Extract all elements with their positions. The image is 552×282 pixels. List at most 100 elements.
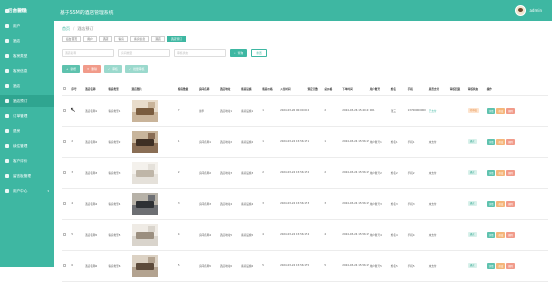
detail-button[interactable]: 详情 [486,169,496,176]
hotel-name-input[interactable]: 酒店名称 [62,49,114,57]
row-checkbox-cell[interactable] [62,250,71,282]
tag-user[interactable]: 用户 [83,36,97,42]
sidebar-item-label: 酒店 [13,83,21,88]
row-delete-button[interactable]: 删除 [506,200,516,207]
cell-days: 1 [306,126,324,158]
sidebar-item-room-type[interactable]: 客房类型 [0,50,54,62]
cell-room: 房间名称3 [197,188,220,220]
sidebar-item-hotel-2[interactable]: 酒店 [0,80,54,92]
sidebar-item-checkout[interactable]: 退房 [0,125,54,137]
select-all-checkbox[interactable] [63,87,66,91]
cell-checkin: 2024-03-24 15:56:15 [279,250,307,282]
cell-account: 用户账号2 [368,157,390,189]
row-checkbox[interactable] [63,170,66,174]
sidebar-item-message[interactable]: 留言板管理 [0,170,54,182]
detail-button[interactable]: 详情 [486,200,496,207]
add-button[interactable]: + 新增 [62,65,80,73]
cell-room: 豪华 [197,95,220,127]
hotel-room-image[interactable] [131,192,158,215]
edit-button-label: 修改 [498,109,504,113]
hotel-room-image[interactable] [131,223,158,246]
row-delete-button[interactable]: 删除 [506,138,516,145]
pay-cell: 未支付 [427,157,449,189]
row-delete-button[interactable]: 删除 [506,262,516,269]
sidebar-item-orders[interactable]: 订单管理 [0,110,54,122]
cell-type: 客房类型6 [107,250,131,282]
user-icon [5,24,9,28]
avatar[interactable] [515,5,527,16]
edit-button[interactable]: 修改 [496,200,506,207]
header-cell: 酒店地址 [219,84,241,96]
sidebar-item-review[interactable]: 客户评价 [0,155,54,167]
audit-button[interactable]: ✓ 审核 [103,65,122,73]
tag-home[interactable]: 后台首页 [62,36,82,42]
check-all-icon: ✓ [128,67,132,71]
row-checkbox[interactable] [63,201,66,205]
cell-count: 5 [176,250,198,282]
sidebar-item-extend[interactable]: 续住管理 [0,140,54,152]
calendar-icon [5,99,9,103]
row-checkbox-cell[interactable] [62,219,71,251]
tag-booking[interactable]: 酒店预订 [166,36,187,42]
hotel-room-image[interactable] [131,130,158,153]
status-cell: 通过 [466,126,486,158]
row-checkbox-cell[interactable] [62,157,71,189]
row-checkbox-cell[interactable] [62,126,71,158]
edit-button[interactable]: 修改 [496,231,506,238]
row-delete-button[interactable]: 删除 [506,107,516,114]
row-checkbox[interactable] [63,232,66,236]
row-checkbox[interactable] [63,263,66,267]
tag-room-info[interactable]: 客房信息 [130,36,150,42]
cell-hotel: 酒店名称3 [84,157,108,189]
detail-button[interactable]: 详情 [486,107,496,114]
actions-cell: 详情 修改 删除 [485,219,548,251]
sidebar-item-user[interactable]: 用户 [0,20,54,32]
hotel-room-image[interactable] [131,99,158,122]
audit-status-select[interactable]: 审核状态 [174,49,226,57]
edit-button[interactable]: 修改 [496,169,506,176]
search-bar: 酒店名称 房间类型 审核状态 ⌕ 查询 重置 [62,49,267,57]
tag-hotel-2[interactable]: 酒店 [151,36,165,42]
header-cell: 酒店图片 [130,84,177,96]
reset-button[interactable]: 重置 [251,49,267,57]
detail-button[interactable]: 详情 [486,231,496,238]
cell-price: 3 [261,188,280,220]
status-cell: 通过 [466,188,486,220]
header-cell: 客房价格 [261,84,280,96]
row-checkbox[interactable] [63,108,66,112]
edit-button[interactable]: 修改 [496,107,506,114]
sidebar-item-booking[interactable]: 酒店预订 [0,95,54,107]
sidebar-item-hotel[interactable]: 酒店 [0,35,54,47]
hotel-image-cell [130,219,177,251]
cell-phone: 手机4 [406,219,428,251]
sidebar-item-user-center[interactable]: 用户中心 ▾ [0,185,54,197]
delete-button[interactable]: ✕ 删除 [82,65,101,73]
breadcrumb-home[interactable]: 首页 [62,26,70,32]
row-delete-button[interactable]: 删除 [506,231,516,238]
sidebar-item-home[interactable]: 后台首页 [0,5,54,17]
header-checkbox[interactable] [62,84,71,96]
batch-audit-button[interactable]: ✓ 批量审核 [124,65,149,73]
cell-ordered: 2024-03-24 15:56:15 [341,250,369,282]
edit-button[interactable]: 修改 [496,138,506,145]
row-checkbox-cell[interactable] [62,188,71,220]
detail-button[interactable]: 详情 [486,138,496,145]
pay-status: 已支付 [428,109,437,113]
hotel-room-image[interactable] [131,161,158,184]
search-button[interactable]: ⌕ 查询 [230,49,248,57]
tag-hotel[interactable]: 酒店 [98,36,113,42]
cell-phone: 手机3 [406,188,428,220]
room-type-input[interactable]: 房间类型 [118,49,170,57]
sidebar-item-room-info[interactable]: 客房信息 [0,65,54,77]
edit-button[interactable]: 修改 [496,262,506,269]
row-delete-button[interactable]: 删除 [506,169,516,176]
cell-reply [448,250,467,282]
detail-button[interactable]: 详情 [486,262,496,269]
hotel-room-image[interactable] [131,254,158,277]
actions-cell: 详情 修改 删除 [485,126,548,158]
user-menu[interactable]: admin [515,5,542,16]
tag-room[interactable]: 客房 [114,36,129,42]
hotel-icon [5,39,9,43]
row-checkbox[interactable] [63,139,66,143]
detail-button-label: 详情 [488,109,494,113]
